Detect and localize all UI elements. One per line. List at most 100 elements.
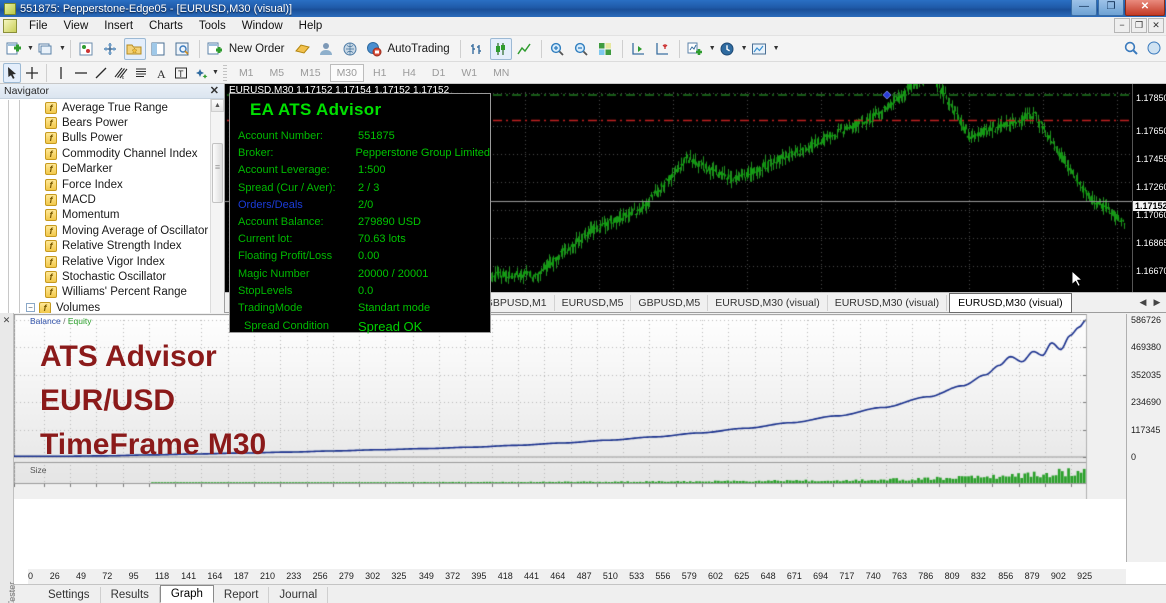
new-order-icon[interactable] [205, 38, 227, 60]
nav-item-commodity-channel-index[interactable]: fCommodity Channel Index [0, 146, 210, 161]
text-tool[interactable]: A [152, 63, 170, 83]
chart-tab-8[interactable]: EURUSD,M30 (visual) [949, 293, 1071, 313]
vertical-line-tool[interactable] [52, 63, 70, 83]
indicators-dropdown-icon[interactable]: ▼ [709, 45, 716, 52]
metaeditor-icon[interactable] [339, 38, 361, 60]
nav-item-average-true-range[interactable]: fAverage True Range [0, 100, 210, 115]
tree-expander-icon[interactable]: − [26, 303, 35, 312]
strategy-tester-icon[interactable] [172, 38, 194, 60]
menu-help[interactable]: Help [291, 18, 331, 34]
nav-item-force-index[interactable]: fForce Index [0, 177, 210, 192]
new-chart-icon[interactable] [3, 38, 25, 60]
profiles-icon[interactable] [35, 38, 57, 60]
menu-file[interactable]: File [21, 18, 56, 34]
line-chart-icon[interactable] [514, 38, 536, 60]
nav-item-relative-vigor-index[interactable]: fRelative Vigor Index [0, 254, 210, 269]
indicators-icon[interactable] [685, 38, 707, 60]
equity-x-tick: 648 [761, 571, 776, 581]
tester-tab-journal[interactable]: Journal [269, 587, 328, 603]
horizontal-line-tool[interactable] [72, 63, 90, 83]
nav-item-bulls-power[interactable]: fBulls Power [0, 131, 210, 146]
chart-tab-6[interactable]: EURUSD,M30 (visual) [708, 295, 827, 311]
trendline-tool[interactable] [92, 63, 110, 83]
autotrading-label[interactable]: AutoTrading [386, 43, 455, 55]
help-icon[interactable] [1146, 40, 1162, 61]
nav-item-relative-strength-index[interactable]: fRelative Strength Index [0, 239, 210, 254]
menu-window[interactable]: Window [234, 18, 291, 34]
auto-scroll-icon[interactable] [628, 38, 650, 60]
menu-charts[interactable]: Charts [141, 18, 191, 34]
menu-insert[interactable]: Insert [96, 18, 141, 34]
mdi-close-button[interactable]: ✕ [1148, 18, 1164, 33]
chart-shift-icon[interactable] [652, 38, 674, 60]
market-watch-icon[interactable] [76, 38, 98, 60]
candlestick-chart-icon[interactable] [490, 38, 512, 60]
timeframe-h4[interactable]: H4 [395, 64, 422, 82]
timeframe-d1[interactable]: D1 [425, 64, 452, 82]
close-button[interactable]: ✕ [1125, 0, 1165, 16]
chart-tab-7[interactable]: EURUSD,M30 (visual) [828, 295, 947, 311]
close-icon[interactable]: ✕ [0, 313, 13, 326]
timeframe-m15[interactable]: M15 [293, 64, 327, 82]
zoom-in-icon[interactable] [547, 38, 569, 60]
zoom-out-icon[interactable] [571, 38, 593, 60]
text-label-tool[interactable]: T [172, 63, 190, 83]
chevron-left-icon[interactable]: ◀ [1137, 297, 1149, 308]
periods-icon[interactable] [717, 38, 739, 60]
arrows-dropdown-icon[interactable]: ▼ [212, 69, 219, 76]
scrollbar-thumb[interactable] [212, 143, 223, 203]
chart-tab-4[interactable]: EURUSD,M5 [555, 295, 632, 311]
timeframe-w1[interactable]: W1 [454, 64, 484, 82]
nav-item-momentum[interactable]: fMomentum [0, 208, 210, 223]
new-order-label[interactable]: New Order [228, 43, 291, 55]
timeframe-m1[interactable]: M1 [232, 64, 261, 82]
autotrading-icon[interactable] [363, 38, 385, 60]
nav-item-williams-percent-range[interactable]: fWilliams' Percent Range [0, 285, 210, 300]
nav-item-stochastic-oscillator[interactable]: fStochastic Oscillator [0, 269, 210, 284]
templates-icon[interactable] [749, 38, 771, 60]
nav-item-demarker[interactable]: fDeMarker [0, 162, 210, 177]
close-icon[interactable]: ✕ [210, 84, 219, 97]
bar-chart-icon[interactable] [466, 38, 488, 60]
nav-item-bears-power[interactable]: fBears Power [0, 115, 210, 130]
nav-item-macd[interactable]: fMACD [0, 192, 210, 207]
navigator-icon[interactable] [124, 38, 146, 60]
expert-advisors-icon[interactable] [315, 38, 337, 60]
mdi-restore-button[interactable]: ❐ [1131, 18, 1147, 33]
scroll-up-icon[interactable]: ▲ [211, 99, 224, 112]
mql5-community-icon[interactable] [291, 38, 313, 60]
maximize-button[interactable]: ❐ [1098, 0, 1124, 16]
arrows-tool[interactable] [192, 63, 210, 83]
tester-tab-results[interactable]: Results [101, 587, 160, 603]
tile-windows-icon[interactable] [595, 38, 617, 60]
window-title: 551875: Pepperstone-Edge05 - [EURUSD,M30… [20, 3, 292, 15]
minimize-button[interactable]: — [1071, 0, 1097, 16]
tester-tab-settings[interactable]: Settings [38, 587, 101, 603]
data-window-icon[interactable] [100, 38, 122, 60]
search-icon[interactable] [1122, 39, 1140, 57]
nav-item-moving-average-of-oscillator[interactable]: fMoving Average of Oscillator [0, 223, 210, 238]
terminal-icon[interactable] [148, 38, 170, 60]
tester-tab-graph[interactable]: Graph [160, 585, 214, 603]
timeframe-h1[interactable]: H1 [366, 64, 393, 82]
cursor-tool[interactable] [3, 63, 21, 83]
tester-tab-report[interactable]: Report [214, 587, 270, 603]
toolbar-grip[interactable] [223, 65, 227, 81]
timeframe-m5[interactable]: M5 [263, 64, 292, 82]
equidistant-channel-tool[interactable]: ε [112, 63, 130, 83]
profiles-dropdown-icon[interactable]: ▼ [59, 45, 66, 52]
mdi-minimize-button[interactable]: − [1114, 18, 1130, 33]
templates-dropdown-icon[interactable]: ▼ [773, 45, 780, 52]
chevron-right-icon[interactable]: ▶ [1151, 297, 1163, 308]
equity-x-tick: 879 [1025, 571, 1040, 581]
timeframe-mn[interactable]: MN [486, 64, 516, 82]
menu-tools[interactable]: Tools [191, 18, 234, 34]
equity-graph-area[interactable]: Balance / Equity ATS Advisor EUR/USD Tim… [14, 314, 1166, 584]
menu-view[interactable]: View [56, 18, 97, 34]
new-chart-dropdown-icon[interactable]: ▼ [27, 45, 34, 52]
timeframe-m30[interactable]: M30 [330, 64, 364, 82]
chart-tab-5[interactable]: GBPUSD,M5 [631, 295, 708, 311]
fibonacci-retracement-tool[interactable] [132, 63, 150, 83]
crosshair-tool[interactable] [23, 63, 41, 83]
periods-dropdown-icon[interactable]: ▼ [741, 45, 748, 52]
